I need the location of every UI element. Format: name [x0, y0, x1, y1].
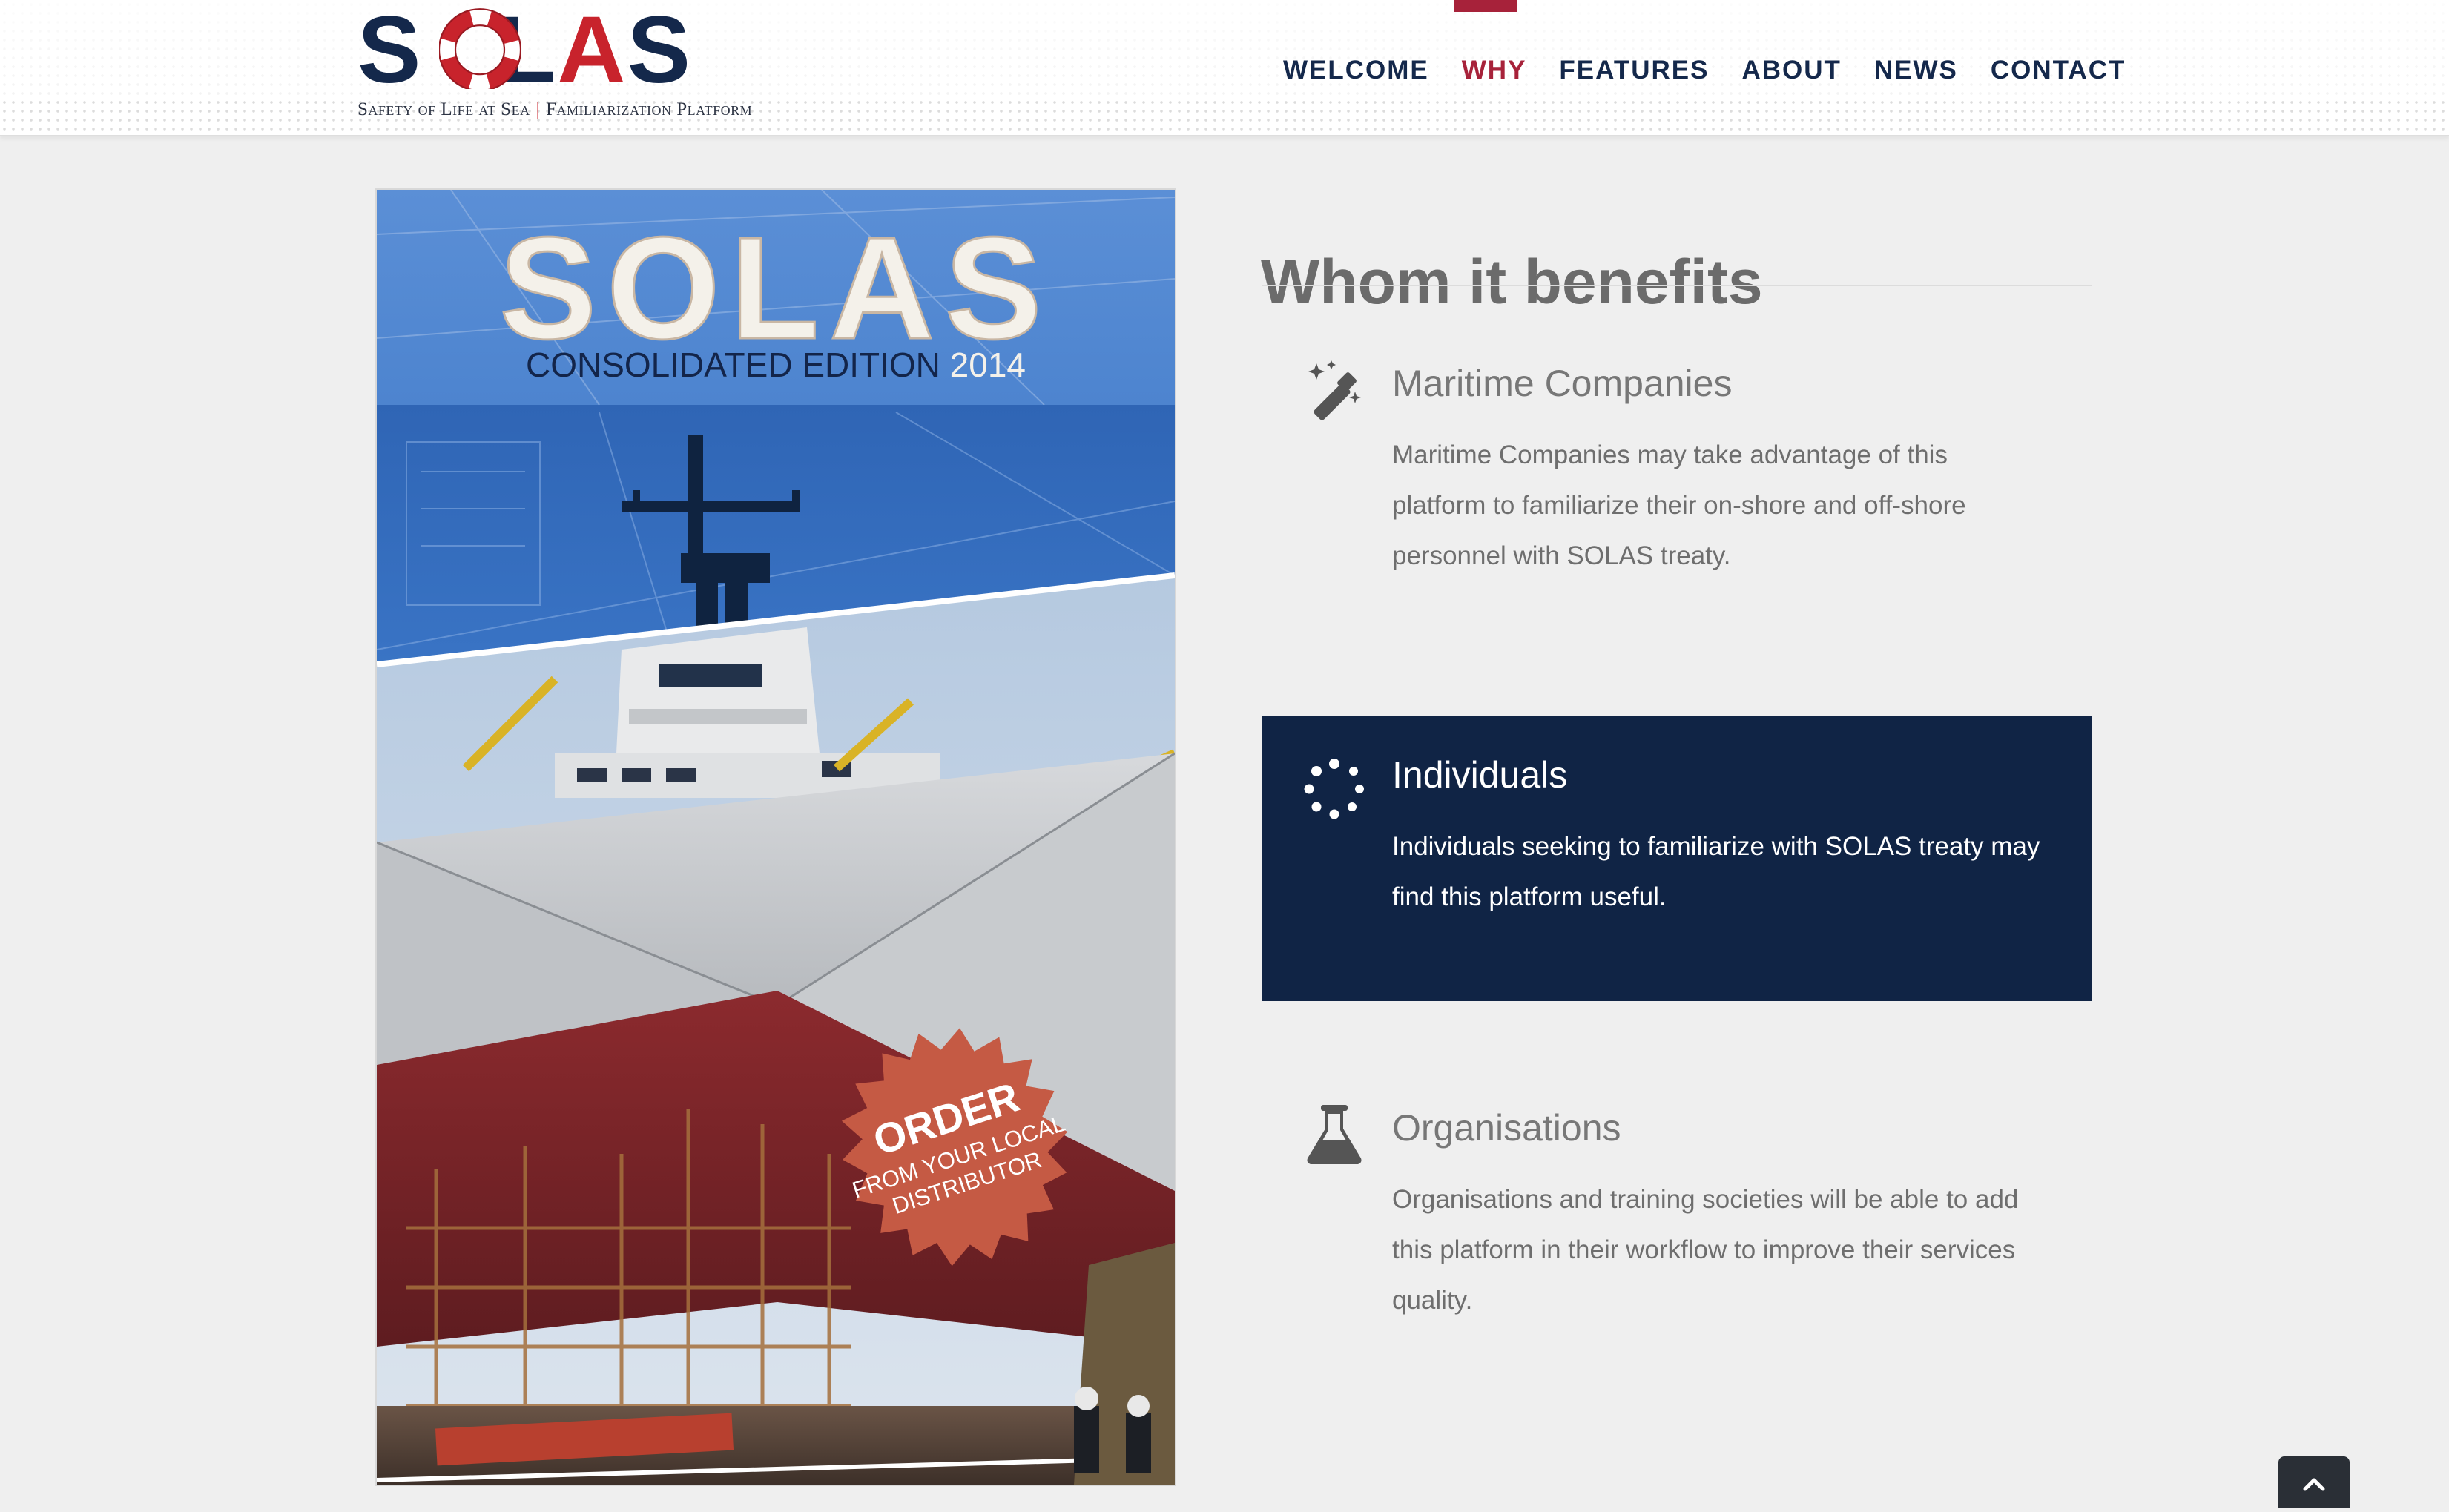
magic-wand-icon: [1308, 360, 1361, 420]
benefit-title: Maritime Companies: [1392, 363, 1733, 404]
benefit-text: Organisations and training societies wil…: [1392, 1185, 2019, 1315]
benefit-text: Maritime Companies may take advantage of…: [1392, 440, 1966, 570]
nav-item-news[interactable]: NEWS: [1874, 56, 1958, 85]
logo-wordmark: SOLAS: [357, 0, 692, 103]
nav-item-welcome[interactable]: WELCOME: [1283, 56, 1429, 85]
logo-tagline-right: Familiarization Platform: [546, 99, 753, 119]
benefit-organisations: Organisations Organisations and training…: [1262, 1072, 2092, 1354]
site-logo[interactable]: SOLAS Safety of Life at Sea|Familiarizat…: [357, 0, 795, 120]
chevron-up-icon: [2303, 1478, 2325, 1491]
benefit-title: Organisations: [1392, 1107, 1621, 1149]
back-to-top-button[interactable]: [2278, 1456, 2350, 1508]
solas-book-cover: SOLAS CONSOLIDATED EDITION 2014 ORDER FR…: [375, 188, 1176, 1486]
main-nav: WELCOME WHY FEATURES ABOUT NEWS CONTACT: [1283, 56, 2126, 85]
nav-active-indicator: [1454, 0, 1517, 12]
benefit-text: Individuals seeking to familiarize with …: [1392, 832, 2040, 911]
lifebuoy-icon: [439, 8, 521, 89]
logo-tagline-left: Safety of Life at Sea: [357, 99, 530, 119]
benefit-title: Individuals: [1392, 754, 1568, 796]
benefit-individuals: Individuals Individuals seeking to famil…: [1262, 716, 2092, 1001]
nav-item-why[interactable]: WHY: [1462, 56, 1527, 85]
benefit-maritime-companies: Maritime Companies Maritime Companies ma…: [1262, 326, 2092, 578]
logo-tagline-separator: |: [535, 99, 541, 119]
nav-item-about[interactable]: ABOUT: [1741, 56, 1841, 85]
logo-tagline: Safety of Life at Sea | Familiarization Pl…: [357, 99, 752, 120]
nav-item-features[interactable]: FEATURES: [1559, 56, 1709, 85]
section-divider: [1262, 285, 2092, 286]
book-subtitle: CONSOLIDATED EDITION 2014: [526, 346, 1026, 384]
flask-icon: [1307, 1105, 1362, 1164]
section-title: Whom it benefits: [1261, 246, 1763, 317]
book-cover-artwork: SOLAS CONSOLIDATED EDITION 2014 ORDER FR…: [377, 190, 1175, 1485]
spinner-icon: [1304, 759, 1364, 819]
site-header: SOLAS Safety of Life at Sea|Familiarizat…: [0, 0, 2449, 136]
nav-item-contact[interactable]: CONTACT: [1991, 56, 2126, 85]
